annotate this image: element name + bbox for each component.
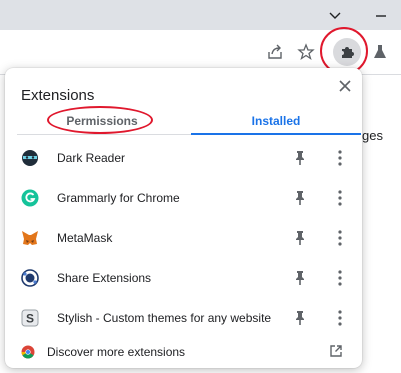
extension-name: MetaMask: [57, 231, 113, 245]
labs-flask-icon[interactable]: [369, 41, 391, 63]
annotation-oval: [47, 106, 153, 134]
share-icon[interactable]: [264, 41, 286, 63]
popup-title: Extensions: [21, 87, 95, 104]
pin-icon[interactable]: [293, 230, 307, 246]
chevron-down-icon[interactable]: [326, 6, 344, 24]
chrome-web-store-icon: [21, 345, 35, 359]
discover-more-label: Discover more extensions: [47, 345, 186, 359]
bookmark-star-icon[interactable]: [295, 41, 317, 63]
svg-text:S: S: [26, 312, 34, 326]
more-options-icon[interactable]: [333, 149, 347, 167]
extensions-popup: Extensions Permissions Installed Dark Re…: [5, 68, 362, 368]
close-icon: [339, 80, 351, 92]
extension-row-grammarly[interactable]: Grammarly for Chrome: [5, 178, 362, 218]
extension-name: Share Extensions: [57, 271, 152, 285]
tab-installed[interactable]: Installed: [191, 110, 361, 132]
background-page-text: ges: [362, 128, 383, 143]
extension-list: Dark Reader Grammarly for Chrome MetaMas…: [5, 138, 362, 338]
pin-icon[interactable]: [293, 310, 307, 326]
share-extensions-icon: [21, 269, 39, 287]
extension-name: Dark Reader: [57, 151, 126, 165]
more-options-icon[interactable]: [333, 229, 347, 247]
more-options-icon[interactable]: [333, 309, 347, 327]
stylish-icon: S: [21, 309, 39, 327]
metamask-fox-icon: [22, 231, 38, 245]
more-options-icon[interactable]: [333, 269, 347, 287]
more-options-icon[interactable]: [333, 189, 347, 207]
extension-name: Grammarly for Chrome: [57, 191, 180, 205]
tab-active-indicator: [191, 133, 361, 135]
tab-divider: [17, 134, 191, 135]
extension-row-metamask[interactable]: MetaMask: [5, 218, 362, 258]
browser-titlebar: [0, 0, 401, 30]
minimize-icon[interactable]: [372, 6, 390, 24]
close-button[interactable]: [335, 76, 355, 96]
pin-icon[interactable]: [293, 270, 307, 286]
discover-more-extensions-link[interactable]: Discover more extensions: [5, 340, 362, 364]
extension-row-dark-reader[interactable]: Dark Reader: [5, 138, 362, 178]
extension-name: Stylish - Custom themes for any website: [57, 311, 272, 325]
dark-reader-icon: [22, 150, 38, 166]
extension-row-stylish[interactable]: S Stylish - Custom themes for any websit…: [5, 298, 362, 338]
pin-icon[interactable]: [293, 150, 307, 166]
external-link-icon: [330, 345, 342, 357]
pin-icon[interactable]: [293, 190, 307, 206]
grammarly-icon: [21, 189, 39, 207]
extension-row-share-extensions[interactable]: Share Extensions: [5, 258, 362, 298]
